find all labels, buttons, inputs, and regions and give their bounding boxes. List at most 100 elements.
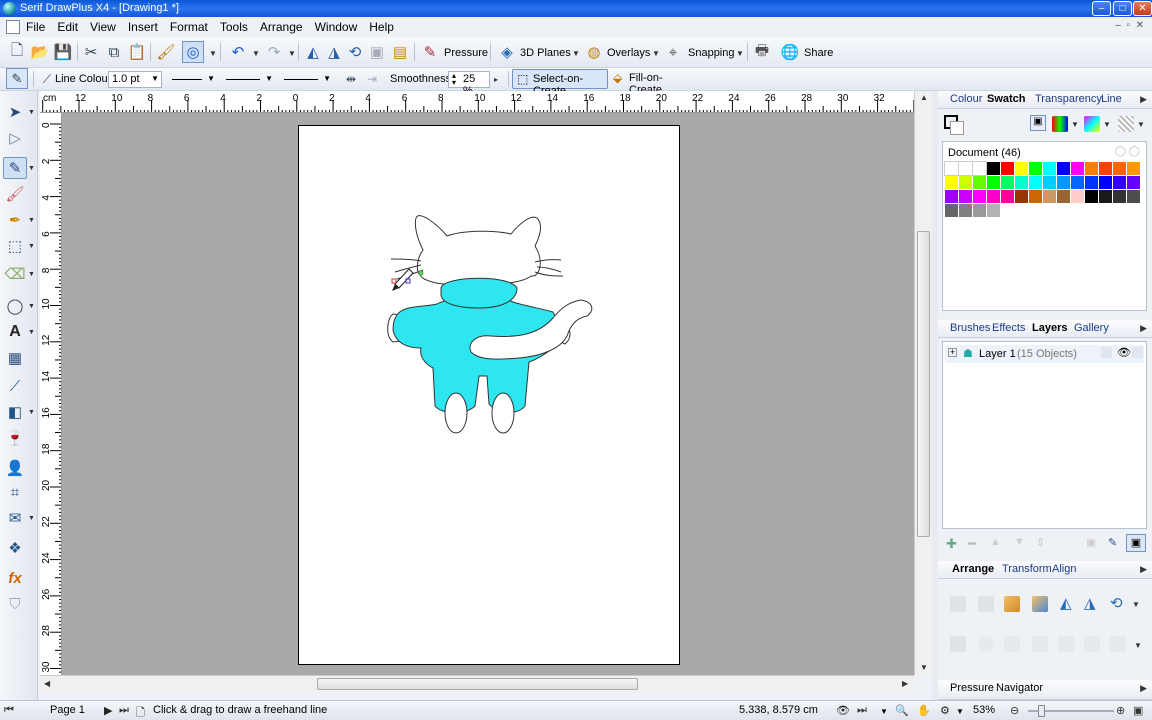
user-tool-icon[interactable]: 👤 (3, 457, 27, 479)
page[interactable] (298, 125, 680, 665)
scroll-up-icon[interactable]: ▲ (920, 93, 928, 102)
panel-menu-arrow-icon[interactable]: ▶ (1140, 323, 1147, 334)
fit-page-icon[interactable]: ▣ (1133, 704, 1143, 717)
view-mode-dropdown-icon[interactable]: ▼ (880, 707, 888, 716)
spinner-icon[interactable]: ▴ ▾ (452, 72, 456, 87)
print-toggle-icon[interactable] (1132, 347, 1143, 358)
line-colour-label[interactable]: Line Colour (55, 73, 111, 85)
snapping-label[interactable]: Snapping (688, 47, 735, 59)
swatch[interactable] (972, 161, 987, 176)
zoom-dropdown-icon[interactable]: ▼ (956, 707, 964, 716)
convert-icon[interactable] (1110, 636, 1126, 652)
move-up-icon[interactable]: ▲ (990, 536, 1001, 548)
tab-brushes[interactable]: Brushes (950, 322, 990, 334)
last-page-icon[interactable]: ⏭ (119, 704, 129, 717)
panel-menu-arrow-icon[interactable]: ▶ (1140, 564, 1147, 575)
format-painter-icon[interactable]: 🖌 (155, 41, 177, 63)
swatch[interactable] (1029, 190, 1042, 203)
line-width-field[interactable]: 1.0 pt ▼ (108, 71, 162, 88)
lock-icon[interactable] (1101, 347, 1112, 358)
line-end-dropdown[interactable]: ▼ (280, 72, 334, 87)
swatch[interactable] (1099, 190, 1112, 203)
share-label[interactable]: Share (804, 47, 833, 59)
zoom-level[interactable]: 53% (973, 704, 995, 716)
palette-icon[interactable] (1052, 116, 1068, 132)
layer-props-icon[interactable]: ▣ (1086, 536, 1096, 549)
smoothness-field[interactable]: ▴▾ 25 % (448, 71, 490, 97)
rotate-icon[interactable]: ⟲ (344, 41, 366, 63)
swatch[interactable] (1001, 190, 1014, 203)
fill-on-create-button[interactable]: ⬙ Fill-on-Create (610, 69, 690, 96)
shield-icon[interactable]: ⛉ (3, 593, 27, 615)
pen-tool-icon[interactable]: ✒ (3, 209, 27, 231)
swatch[interactable] (1113, 176, 1126, 189)
forward-one-icon[interactable] (1004, 596, 1020, 612)
swatch[interactable] (1071, 162, 1084, 175)
swatch[interactable] (1043, 190, 1056, 203)
add-layer-icon[interactable]: ✚ (946, 536, 957, 552)
eraser-tool-icon[interactable]: ⌫ (3, 263, 27, 285)
swatch[interactable] (1001, 176, 1014, 189)
connection-icon[interactable]: ◎ (182, 41, 204, 63)
overlays-icon[interactable]: ◍ (583, 41, 605, 63)
pressure-icon[interactable]: ✎ (419, 41, 441, 63)
pattern-palette-icon[interactable] (1118, 116, 1134, 132)
first-page-icon[interactable]: ⏮ (4, 704, 14, 717)
menu-tools[interactable]: Tools (220, 20, 257, 34)
menu-view[interactable]: View (90, 20, 125, 34)
line-fit-icon[interactable]: ⇥ (361, 68, 383, 90)
visibility-eye-icon[interactable]: 👁 (1117, 346, 1131, 359)
undo-dropdown-icon[interactable]: ▼ (252, 49, 260, 58)
swatch[interactable] (1043, 162, 1056, 175)
swatch[interactable] (1127, 162, 1140, 175)
3d-planes-dropdown-icon[interactable]: ▼ (572, 49, 580, 58)
swatch[interactable] (1127, 176, 1140, 189)
drawing-canvas[interactable] (62, 113, 914, 675)
snapping-dropdown-icon[interactable]: ▼ (736, 49, 744, 58)
remove-layer-icon[interactable]: ━ (968, 536, 976, 552)
swatch[interactable] (1029, 176, 1042, 189)
smoothness-slider-icon[interactable]: ▸ (494, 75, 498, 84)
document-icon[interactable] (6, 20, 20, 34)
pencil-tool-icon[interactable]: ✎ (6, 68, 28, 89)
swatch[interactable] (959, 204, 972, 217)
exclude-icon[interactable] (1058, 636, 1074, 652)
bring-to-front-icon[interactable] (950, 596, 966, 612)
view-mode-icon[interactable]: ⏭ (857, 704, 867, 717)
overlays-dropdown-icon[interactable]: ▼ (652, 49, 660, 58)
close-button[interactable]: ✕ (1133, 1, 1152, 16)
swatch[interactable] (973, 190, 986, 203)
envelope-tool-icon[interactable]: ✉ (3, 507, 27, 529)
fill-indicator-icon[interactable] (950, 121, 964, 135)
tab-transform[interactable]: Transform (1002, 563, 1052, 575)
ungroup-icon[interactable]: ▤ (389, 41, 411, 63)
swatch[interactable] (973, 176, 986, 189)
paste-icon[interactable]: 📋 (126, 41, 148, 63)
panel-menu-arrow-icon[interactable]: ▶ (1140, 683, 1147, 694)
swatch[interactable] (1057, 176, 1070, 189)
ellipse-tool-icon[interactable]: ◯ (3, 295, 27, 317)
pressure-label[interactable]: Pressure (444, 47, 488, 59)
scroll-down-icon[interactable]: ▼ (920, 663, 928, 672)
swatch[interactable] (1071, 176, 1084, 189)
tab-transparency[interactable]: Transparency (1035, 93, 1102, 105)
menu-arrange[interactable]: Arrange (260, 20, 312, 34)
intersect-icon[interactable] (1004, 636, 1020, 652)
save-icon[interactable]: 💾 (52, 41, 74, 63)
swatch[interactable] (1113, 190, 1126, 203)
tab-colour[interactable]: Colour (950, 93, 982, 105)
flip-h-icon[interactable]: ◭ (1060, 594, 1072, 612)
rotate-icon[interactable]: ⟲ (1110, 594, 1123, 612)
layer-row[interactable]: + ☗ Layer 1 (15 Objects) 👁 (945, 345, 1144, 363)
image-tool-icon[interactable]: ▦ (3, 347, 27, 369)
next-page-icon[interactable]: ▶ (104, 704, 112, 717)
select-on-create-button[interactable]: ⬚ Select-on-Create (512, 69, 608, 97)
pan-hand-icon[interactable]: ✋ (917, 704, 931, 717)
effects-fx-icon[interactable]: fx (3, 567, 27, 589)
swatch[interactable] (1057, 190, 1070, 203)
view-eye-icon[interactable]: 👁 (836, 704, 850, 717)
panel-menu-arrow-icon[interactable]: ▶ (1140, 94, 1147, 105)
vertical-scroll-thumb[interactable] (917, 231, 930, 537)
swatch[interactable] (1085, 176, 1098, 189)
color-picker-icon[interactable]: ⟋ (3, 375, 27, 397)
